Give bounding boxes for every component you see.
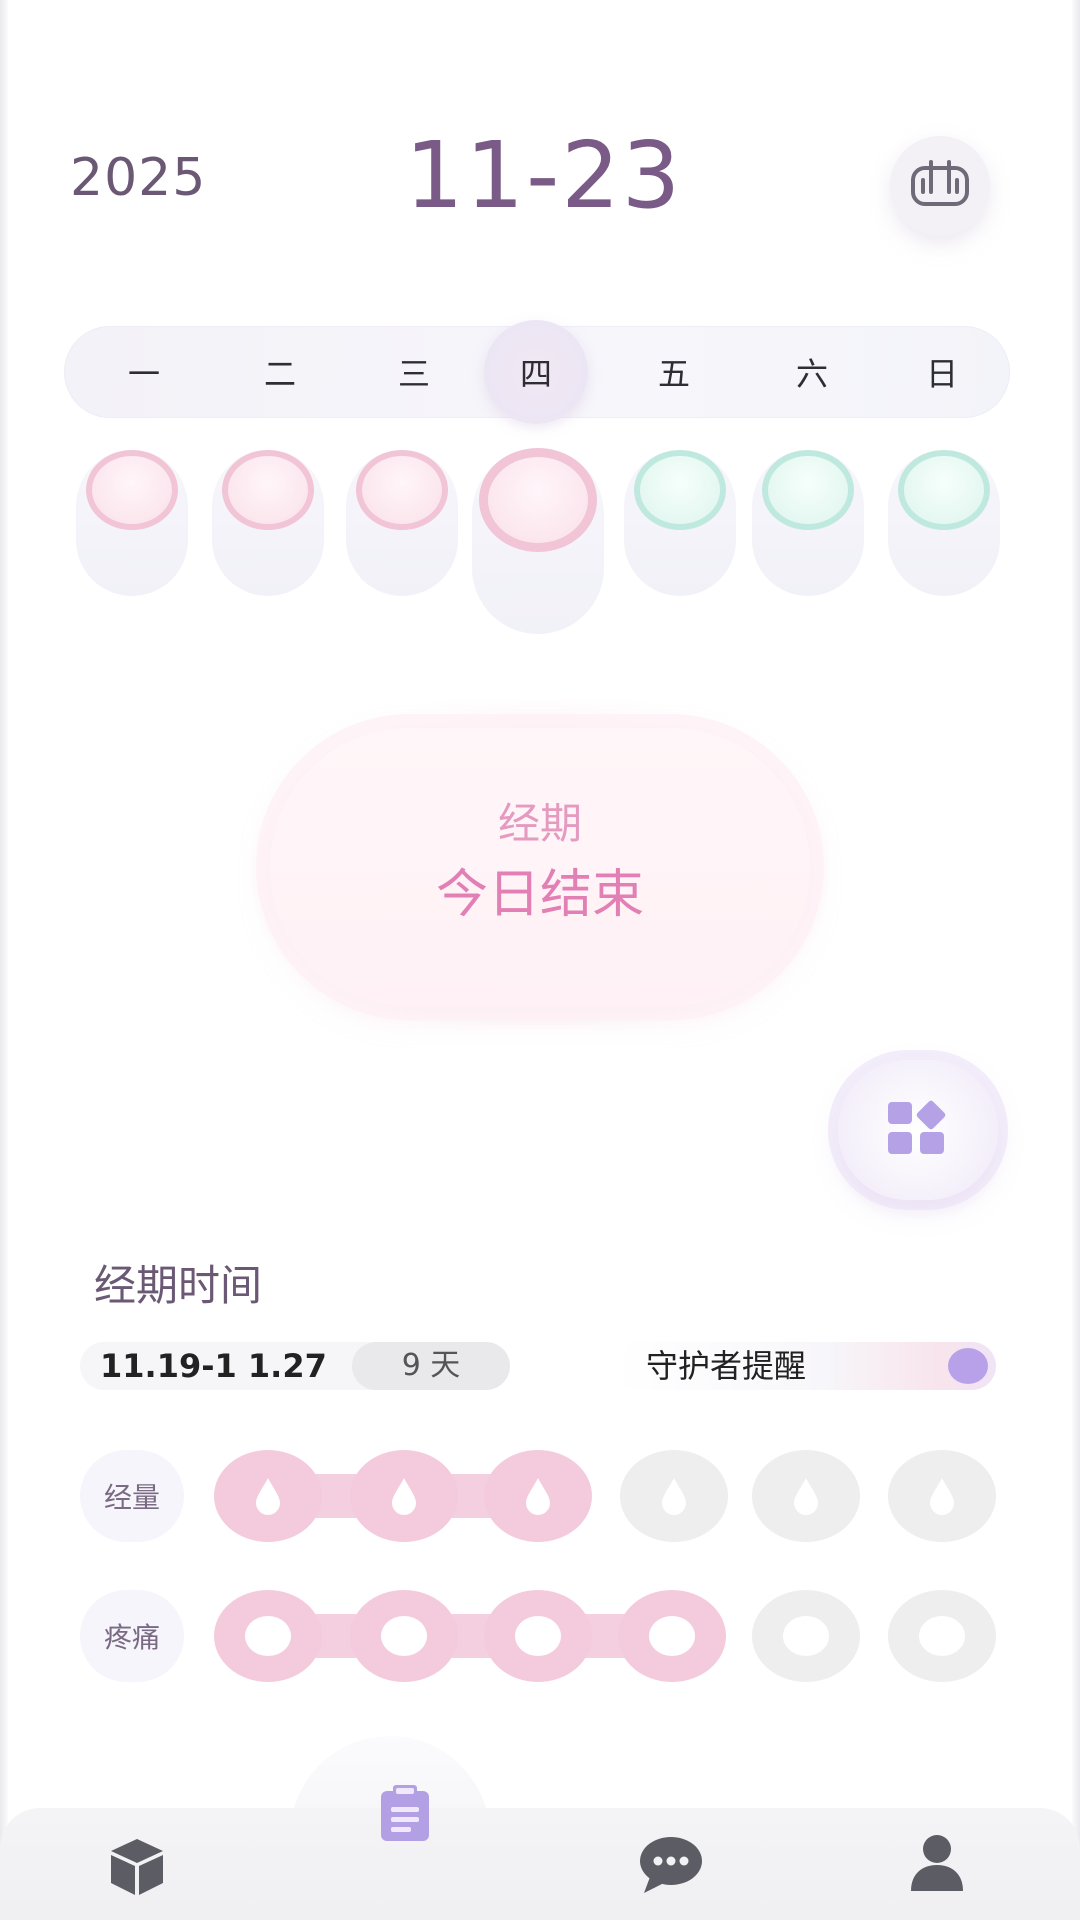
flow-level-4[interactable] [620, 1450, 728, 1542]
flow-label: 经量 [80, 1450, 184, 1542]
safe-dot [634, 450, 726, 530]
right-edge [1072, 0, 1080, 1920]
period-section-title: 经期时间 [94, 1261, 263, 1310]
pain-level-4[interactable] [618, 1590, 726, 1682]
toggle-knob[interactable] [948, 1348, 988, 1384]
flow-level-2[interactable] [350, 1450, 458, 1542]
period-days-badge: 9 天 [352, 1342, 510, 1390]
period-dot [356, 450, 448, 530]
period-range-text: 11.19-1 1.27 [100, 1347, 327, 1385]
drop-icon [392, 1478, 416, 1515]
day-marker[interactable] [624, 450, 736, 596]
date-title[interactable]: 11-23 [405, 122, 682, 229]
ring-hole [783, 1616, 829, 1656]
flow-level-1[interactable] [214, 1450, 322, 1542]
nav-item-profile[interactable] [892, 1820, 982, 1910]
period-range[interactable]: 11.19-1 1.27 9 天 [80, 1342, 510, 1390]
day-marker[interactable] [888, 450, 1000, 596]
stats-button[interactable] [890, 136, 990, 236]
widget-button[interactable] [838, 1060, 998, 1200]
flow-level-5[interactable] [752, 1450, 860, 1542]
pain-level-1[interactable] [214, 1590, 322, 1682]
weekday-sun[interactable]: 日 [892, 326, 992, 418]
drop-icon [256, 1478, 280, 1515]
ring-hole [515, 1616, 561, 1656]
bar-chart-icon [909, 158, 971, 214]
cube-icon [105, 1835, 169, 1903]
week-strip: 一 二 三 四 五 六 日 [64, 320, 1010, 424]
drop-icon [930, 1478, 954, 1515]
guardian-reminder-toggle[interactable]: 守护者提醒 [616, 1342, 996, 1390]
nav-item-records[interactable] [360, 1770, 450, 1860]
weekday-wed[interactable]: 三 [364, 326, 464, 418]
flow-level-3[interactable] [484, 1450, 592, 1542]
period-dot [86, 450, 178, 530]
day-marker[interactable] [76, 450, 188, 596]
safe-dot [762, 450, 854, 530]
weekday-tue[interactable]: 二 [230, 326, 330, 418]
pain-label: 疼痛 [80, 1590, 184, 1682]
pain-level-2[interactable] [350, 1590, 458, 1682]
drop-icon [662, 1478, 686, 1515]
flow-level-6[interactable] [888, 1450, 996, 1542]
guardian-reminder-label: 守护者提醒 [646, 1347, 807, 1385]
weekday-sat[interactable]: 六 [762, 326, 862, 418]
left-edge [0, 0, 8, 1920]
status-subtitle: 经期 [497, 799, 582, 848]
safe-dot [898, 450, 990, 530]
day-marker[interactable] [346, 450, 458, 596]
drop-icon [526, 1478, 550, 1515]
day-marker-today[interactable] [472, 448, 604, 634]
nav-item-home[interactable] [92, 1824, 182, 1914]
weekday-mon[interactable]: 一 [94, 326, 194, 418]
user-icon [909, 1833, 965, 1897]
drop-icon [794, 1478, 818, 1515]
period-dot [222, 450, 314, 530]
weekday-thu[interactable]: 四 [484, 320, 588, 424]
ring-hole [649, 1616, 695, 1656]
pain-level-3[interactable] [484, 1590, 592, 1682]
period-dot-today [479, 448, 597, 552]
grid-shapes-icon [886, 1098, 950, 1162]
status-card[interactable]: 经期 今日结束 [270, 728, 810, 1006]
ring-hole [381, 1616, 427, 1656]
status-title: 今日结束 [435, 865, 644, 925]
ring-hole [245, 1616, 291, 1656]
pain-level-6[interactable] [888, 1590, 996, 1682]
day-marker[interactable] [752, 450, 864, 596]
clipboard-icon [379, 1783, 431, 1847]
year-label: 2025 [70, 148, 207, 208]
weekday-fri[interactable]: 五 [624, 326, 724, 418]
day-marker[interactable] [212, 450, 324, 596]
pain-level-5[interactable] [752, 1590, 860, 1682]
pain-level-bar [270, 1614, 670, 1658]
nav-item-messages[interactable] [626, 1822, 716, 1912]
chat-bubble-icon [638, 1835, 704, 1899]
ring-hole [919, 1616, 965, 1656]
